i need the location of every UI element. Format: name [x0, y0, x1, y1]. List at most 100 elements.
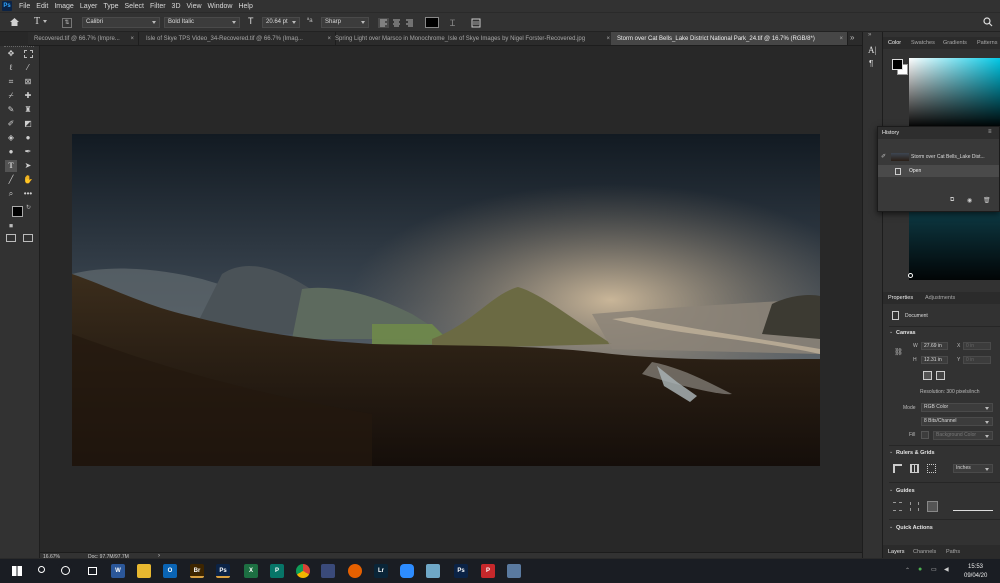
- word-icon[interactable]: W: [111, 564, 125, 578]
- tab-patterns[interactable]: Patterns: [977, 40, 997, 46]
- tab-properties[interactable]: Properties: [888, 295, 913, 301]
- search-icon[interactable]: [983, 17, 993, 27]
- menu-help[interactable]: Help: [235, 3, 255, 10]
- menu-view[interactable]: View: [184, 3, 205, 10]
- bridge-icon[interactable]: Br: [190, 564, 204, 578]
- grid-icon[interactable]: [910, 464, 919, 473]
- mode-select[interactable]: RGB Color: [921, 403, 993, 412]
- foreground-color-swatch[interactable]: [12, 206, 23, 217]
- quick-actions-title[interactable]: Quick Actions: [896, 525, 933, 531]
- height-field[interactable]: 12.31 in: [921, 356, 948, 364]
- search-icon[interactable]: [34, 564, 48, 578]
- close-icon[interactable]: ×: [130, 32, 134, 45]
- menu-edit[interactable]: Edit: [33, 3, 51, 10]
- brush-tool-icon[interactable]: ✎: [5, 104, 17, 116]
- rulers-grids-title[interactable]: Rulers & Grids: [896, 450, 935, 456]
- character-panel-icon[interactable]: [471, 18, 481, 28]
- close-icon[interactable]: ×: [839, 32, 843, 45]
- landscape-icon[interactable]: [936, 371, 945, 380]
- document-image[interactable]: [72, 134, 820, 466]
- color-picker-cursor[interactable]: [908, 273, 913, 278]
- history-brush-icon[interactable]: ✐: [5, 118, 17, 130]
- chevron-down-icon[interactable]: ⌄: [889, 487, 893, 493]
- pdf-icon[interactable]: P: [481, 564, 495, 578]
- publisher-icon[interactable]: P: [270, 564, 284, 578]
- file-explorer-icon[interactable]: [137, 564, 151, 578]
- crop-tool-icon[interactable]: ⌗: [5, 76, 17, 88]
- dodge-tool-icon[interactable]: ●: [5, 146, 17, 158]
- eyedropper-icon[interactable]: ⌿: [5, 90, 17, 102]
- color-picker-field[interactable]: [909, 58, 1000, 128]
- paragraph-icon[interactable]: ¶: [869, 59, 873, 68]
- pixel-grid-icon[interactable]: [927, 464, 936, 473]
- text-color-swatch[interactable]: [425, 17, 439, 28]
- windows-start-icon[interactable]: [10, 564, 24, 578]
- antialias-select[interactable]: Sharp: [321, 17, 369, 28]
- swap-colors-icon[interactable]: ↻: [26, 204, 31, 211]
- path-selection-icon[interactable]: ➤: [22, 160, 34, 172]
- paint-bucket-icon[interactable]: ◈: [5, 132, 17, 144]
- guide-style-select[interactable]: [953, 503, 993, 511]
- home-icon[interactable]: [9, 17, 20, 27]
- tray-app-icon[interactable]: ●: [918, 566, 922, 573]
- y-field[interactable]: 0 in: [963, 356, 991, 364]
- units-select[interactable]: Inches: [953, 464, 993, 473]
- zoom-icon[interactable]: [400, 564, 414, 578]
- chevron-down-icon[interactable]: ⌄: [889, 329, 893, 335]
- warp-text-icon[interactable]: Ɪ: [450, 16, 455, 29]
- menu-layer[interactable]: Layer: [77, 3, 101, 10]
- photoshop-2-icon[interactable]: Ps: [454, 564, 468, 578]
- tab-document-1[interactable]: Recovered.tif @ 66.7% (Impre... ×: [28, 32, 139, 45]
- history-brush-source-icon[interactable]: ✐: [881, 153, 886, 160]
- text-align-buttons[interactable]: [378, 18, 418, 28]
- hand-tool-icon[interactable]: ✋: [22, 174, 34, 186]
- camera-icon[interactable]: ◉: [967, 197, 972, 204]
- screen-mode-icon[interactable]: [23, 234, 33, 242]
- cortana-icon[interactable]: [58, 564, 72, 578]
- bits-select[interactable]: 8 Bits/Channel: [921, 417, 993, 426]
- tab-document-3[interactable]: Spring Light over Marsco in Monochrome_I…: [329, 32, 615, 45]
- notes-icon[interactable]: [426, 564, 440, 578]
- width-field[interactable]: 27.69 in: [921, 342, 948, 350]
- tab-document-2[interactable]: Isle of Skye TPS Video_34-Recovered.tif …: [140, 32, 336, 45]
- orientation-toggle-icon[interactable]: ⇅: [62, 18, 72, 28]
- fill-swatch[interactable]: [921, 431, 929, 439]
- font-size-select[interactable]: 20.64 pt: [262, 17, 300, 28]
- quick-mask-icon[interactable]: [6, 234, 16, 242]
- clock-time[interactable]: 15:53: [968, 564, 983, 570]
- color-foreground-swatch[interactable]: [892, 59, 903, 70]
- menu-image[interactable]: Image: [51, 3, 76, 10]
- chevron-down-icon[interactable]: [43, 20, 47, 23]
- firefox-icon[interactable]: [348, 564, 362, 578]
- close-icon[interactable]: ×: [606, 32, 610, 45]
- menu-file[interactable]: File: [16, 3, 33, 10]
- frame-tool-icon[interactable]: ⊠: [22, 76, 34, 88]
- trash-icon[interactable]: 🗑: [983, 197, 991, 204]
- network-icon[interactable]: ▭: [931, 566, 937, 573]
- guide-icon-3[interactable]: [927, 501, 938, 512]
- tab-layers[interactable]: Layers: [888, 549, 905, 555]
- x-field[interactable]: 0 in: [963, 342, 991, 350]
- guides-title[interactable]: Guides: [896, 488, 915, 494]
- tab-gradients[interactable]: Gradients: [943, 40, 967, 46]
- character-icon[interactable]: A|: [868, 45, 876, 55]
- healing-brush-icon[interactable]: ✚: [22, 90, 34, 102]
- text-tool-icon[interactable]: T: [34, 16, 40, 27]
- paint-icon[interactable]: [507, 564, 521, 578]
- history-panel[interactable]: History ≡ ✐ Storm over Cat Bells_Lake Di…: [877, 126, 1000, 212]
- clock-date[interactable]: 09/04/20: [964, 573, 987, 579]
- new-document-from-state-icon[interactable]: ⧉: [950, 197, 954, 204]
- app-icon[interactable]: [321, 564, 335, 578]
- panel-menu-icon[interactable]: ≡: [988, 129, 992, 135]
- link-icon[interactable]: ⛓: [894, 348, 903, 356]
- line-tool-icon[interactable]: ╱: [5, 174, 17, 186]
- canvas-section-title[interactable]: Canvas: [896, 330, 916, 336]
- magic-wand-icon[interactable]: ⁄: [22, 62, 34, 74]
- menu-window[interactable]: Window: [205, 3, 236, 10]
- chrome-icon[interactable]: [296, 564, 310, 578]
- tab-document-active[interactable]: Storm over Cat Bells_Lake District Natio…: [611, 32, 848, 45]
- font-family-select[interactable]: Calibri: [82, 17, 160, 28]
- outlook-icon[interactable]: O: [163, 564, 177, 578]
- history-title[interactable]: History: [882, 130, 899, 136]
- marquee-tool-icon[interactable]: [24, 50, 33, 58]
